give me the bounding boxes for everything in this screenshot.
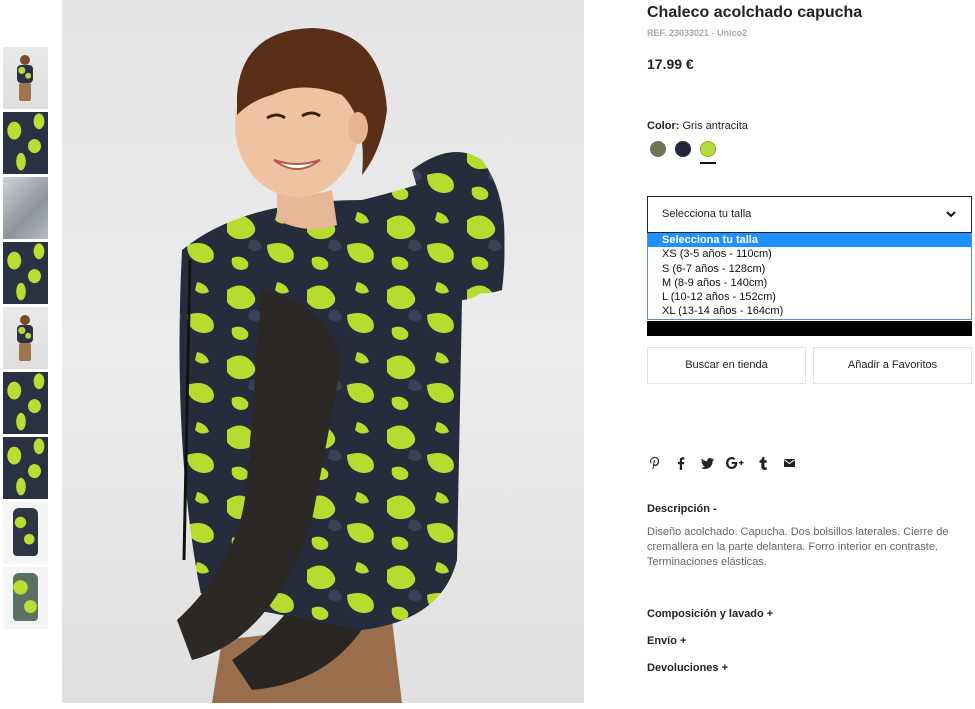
thumbnail-gallery (3, 47, 48, 632)
product-reference: REF. 23033021 - Unico2 (647, 28, 748, 38)
add-to-favorites-button[interactable]: Añadir a Favoritos (813, 347, 972, 384)
social-share (647, 455, 797, 471)
product-title: Chaleco acolchado capucha (647, 4, 863, 21)
accordion-returns[interactable]: Devoluciones + (647, 662, 728, 674)
thumbnail-2[interactable] (3, 112, 48, 174)
color-swatches (650, 141, 716, 164)
thumbnail-1[interactable] (3, 47, 48, 109)
size-option-s[interactable]: S (6-7 años - 128cm) (648, 262, 971, 276)
add-to-cart-bar[interactable] (647, 321, 972, 336)
size-select[interactable]: Selecciona tu talla (647, 196, 972, 233)
google-plus-icon[interactable] (725, 455, 745, 471)
product-photo-illustration (177, 28, 505, 703)
size-select-value: Selecciona tu talla (662, 208, 752, 220)
thumbnail-6[interactable] (3, 372, 48, 434)
accordion-composition[interactable]: Composición y lavado + (647, 608, 773, 620)
color-label: Color: (647, 120, 680, 132)
description-heading[interactable]: Descripción - (647, 503, 717, 515)
thumbnail-3[interactable] (3, 177, 48, 239)
thumbnail-5[interactable] (3, 307, 48, 369)
pinterest-icon[interactable] (647, 455, 663, 471)
email-icon[interactable] (781, 455, 797, 471)
size-option-m[interactable]: M (8-9 años - 140cm) (648, 276, 971, 290)
facebook-icon[interactable] (673, 455, 689, 471)
thumbnail-9[interactable] (3, 567, 48, 629)
color-value: Gris antracita (682, 120, 748, 132)
thumbnail-4[interactable] (3, 242, 48, 304)
size-option-l[interactable]: L (10-12 años - 152cm) (648, 290, 971, 304)
find-in-store-button[interactable]: Buscar en tienda (647, 347, 806, 384)
chevron-down-icon (946, 211, 956, 218)
thumbnail-7[interactable] (3, 437, 48, 499)
color-swatch-khaki[interactable] (650, 141, 666, 157)
description-text: Diseño acolchado. Capucha. Dos bolsillos… (647, 526, 949, 568)
size-option-xs[interactable]: XS (3-5 años - 110cm) (648, 247, 971, 261)
size-option-xl[interactable]: XL (13-14 años - 164cm) (648, 304, 971, 318)
color-swatch-navy[interactable] (675, 141, 691, 157)
accordion-shipping[interactable]: Envío + (647, 635, 686, 647)
size-dropdown-list: Selecciona tu talla XS (3-5 años - 110cm… (647, 233, 972, 320)
tumblr-icon[interactable] (755, 455, 771, 471)
color-label-line: Color: Gris antracita (647, 120, 748, 132)
thumbnail-8[interactable] (3, 502, 48, 564)
size-option[interactable]: Selecciona tu talla (648, 233, 971, 248)
color-swatch-lime[interactable] (700, 141, 716, 164)
product-price: 17.99 € (647, 56, 694, 72)
main-product-image[interactable] (62, 0, 584, 703)
twitter-icon[interactable] (699, 455, 715, 471)
